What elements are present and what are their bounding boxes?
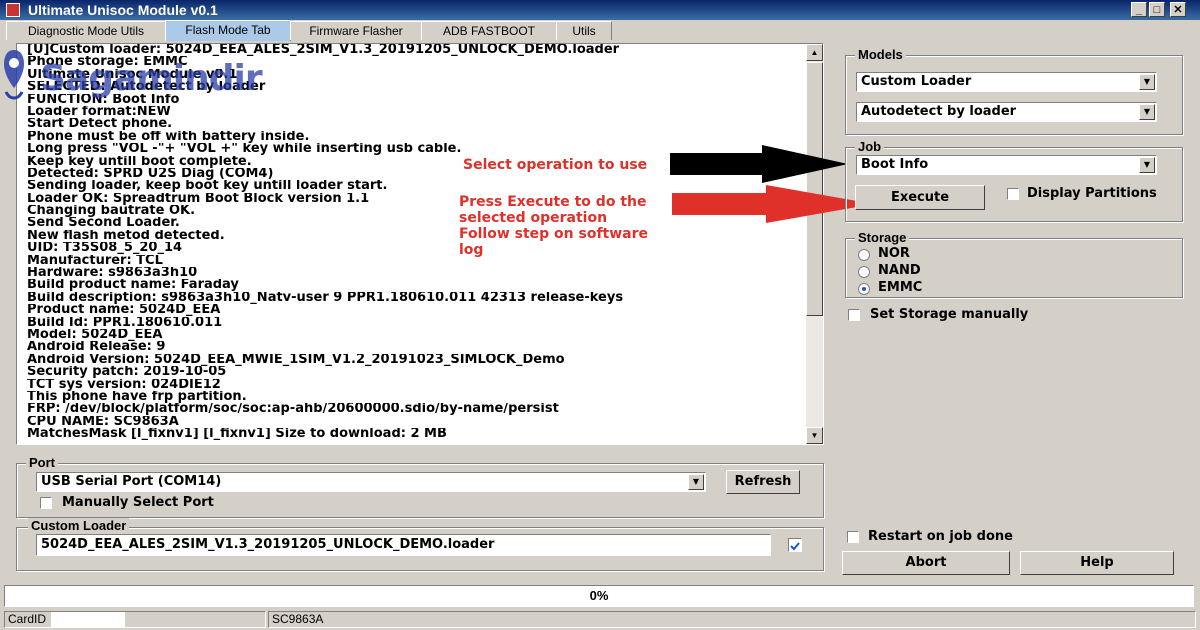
log-line: Product name: 5024D_EEA: [27, 304, 221, 317]
storage-nand-label: NAND: [878, 263, 921, 278]
custom-loader-checkbox[interactable]: [788, 538, 802, 552]
chevron-down-icon[interactable]: ▼: [1139, 74, 1155, 90]
log-line: Security patch: 2019-10-05: [27, 366, 227, 379]
log-line: [U]Custom loader: 5024D_EEA_ALES_2SIM_V1…: [27, 44, 620, 57]
log-panel[interactable]: [U]Custom loader: 5024D_EEA_ALES_2SIM_V1…: [16, 43, 824, 445]
abort-button[interactable]: Abort: [842, 551, 1010, 575]
models-legend: Models: [855, 47, 906, 62]
scroll-up-icon[interactable]: ▲: [806, 44, 823, 61]
annotation-execute-line-1: Press Execute to do the: [459, 194, 647, 210]
annotation-select-operation: Select operation to use: [463, 157, 648, 173]
status-chip-cell: SC9863A: [268, 611, 1196, 628]
log-line: New flash metod detected.: [27, 229, 225, 243]
custom-loader-path-field[interactable]: 5024D_EEA_ALES_2SIM_V1.3_20191205_UNLOCK…: [36, 534, 771, 556]
watermark-logo-icon: [2, 48, 26, 112]
loader-variant-value: Autodetect by loader: [861, 104, 1017, 119]
annotation-execute-line-3: Follow step on software: [459, 226, 649, 242]
storage-nor-radio[interactable]: [858, 249, 870, 261]
port-select-value: USB Serial Port (COM14): [41, 474, 222, 489]
red-arrow-icon: [672, 185, 874, 223]
job-select[interactable]: Boot Info ▼: [856, 155, 1157, 175]
loader-variant-select[interactable]: Autodetect by loader ▼: [856, 102, 1157, 122]
display-partitions-checkbox[interactable]: [1007, 188, 1019, 200]
refresh-button[interactable]: Refresh: [726, 470, 800, 494]
storage-nand-radio[interactable]: [858, 266, 870, 278]
custom-loader-legend: Custom Loader: [28, 518, 130, 533]
window-title: Ultimate Unisoc Module v0.1: [28, 2, 218, 18]
help-button[interactable]: Help: [1020, 551, 1174, 575]
job-select-value: Boot Info: [861, 157, 929, 172]
maximize-button[interactable]: □: [1149, 2, 1165, 17]
restart-on-done-label: Restart on job done: [868, 529, 1013, 544]
close-button[interactable]: ✕: [1170, 2, 1186, 17]
status-bar: CardID SC9863A: [0, 609, 1200, 630]
status-card-value: [51, 612, 125, 627]
log-line: Hardware: s9863a3h10: [27, 267, 198, 280]
tab-diagnostic-mode-utils[interactable]: Diagnostic Mode Utils: [6, 21, 166, 40]
minimize-button[interactable]: _: [1131, 2, 1147, 17]
chevron-down-icon[interactable]: ▼: [1139, 104, 1155, 120]
log-line: Manufacturer: TCL: [27, 254, 163, 268]
log-scrollbar[interactable]: ▲ ▼: [806, 44, 823, 444]
annotation-execute-line-2: selected operation: [459, 210, 608, 226]
display-partitions-label: Display Partitions: [1027, 186, 1157, 201]
log-line: Model: 5024D_EEA: [27, 328, 163, 342]
models-group: [845, 55, 1183, 135]
restart-on-done-checkbox[interactable]: [847, 531, 859, 543]
log-line: Loader format:NEW: [27, 105, 171, 119]
tab-flash-mode[interactable]: Flash Mode Tab: [165, 20, 291, 41]
storage-legend: Storage: [855, 230, 910, 245]
port-legend: Port: [26, 455, 58, 470]
job-legend: Job: [855, 139, 885, 154]
log-line: Build description: s9863a3h10_Natv-user …: [27, 291, 624, 305]
checkmark-icon: [790, 542, 800, 551]
title-bar: Ultimate Unisoc Module v0.1 _ □ ✕: [0, 0, 1200, 20]
log-line: Android Version: 5024D_EEA_MWIE_1SIM_V1.…: [27, 353, 565, 367]
tab-firmware-flasher[interactable]: Firmware Flasher: [290, 21, 422, 40]
black-arrow-icon: [670, 145, 848, 183]
tab-adb-fastboot[interactable]: ADB FASTBOOT: [421, 21, 557, 40]
annotation-execute-line-4: log: [459, 242, 484, 258]
model-select[interactable]: Custom Loader ▼: [856, 72, 1157, 92]
storage-emmc-radio[interactable]: [858, 283, 870, 295]
chevron-down-icon[interactable]: ▼: [688, 474, 704, 490]
log-line: MatchesMask [l_fixnv1] [l_fixnv1] Size t…: [27, 428, 447, 441]
watermark-text: Sagamindir: [40, 58, 263, 99]
log-line: TCT sys version: 024DIE12: [27, 378, 221, 391]
custom-loader-path-value: 5024D_EEA_ALES_2SIM_V1.3_20191205_UNLOCK…: [41, 537, 495, 552]
status-card-cell: CardID: [4, 611, 266, 628]
manual-port-checkbox[interactable]: [40, 497, 52, 509]
log-line: Build product name: Faraday: [27, 279, 239, 292]
storage-emmc-label: EMMC: [878, 280, 923, 295]
execute-button[interactable]: Execute: [855, 185, 985, 210]
model-select-value: Custom Loader: [861, 74, 972, 89]
log-text: [U]Custom loader: 5024D_EEA_ALES_2SIM_V1…: [27, 44, 807, 441]
chevron-down-icon[interactable]: ▼: [1139, 157, 1155, 173]
progress-bar: 0%: [4, 585, 1194, 607]
status-card-label: CardID: [8, 612, 47, 626]
manual-port-label: Manually Select Port: [62, 495, 214, 510]
progress-text: 0%: [589, 588, 609, 603]
status-chip: SC9863A: [272, 612, 324, 626]
log-line: This phone have frp partition.: [27, 390, 247, 404]
scroll-down-icon[interactable]: ▼: [806, 427, 823, 444]
log-line: Start Detect phone.: [27, 118, 173, 131]
log-line: Build Id: PPR1.180610.011: [27, 316, 223, 329]
log-line: FRP: /dev/block/platform/soc/soc:ap-ahb/…: [27, 403, 559, 416]
set-storage-manually-checkbox[interactable]: [848, 309, 860, 321]
app-icon: [6, 3, 20, 17]
log-line: Android Release: 9: [27, 341, 166, 354]
set-storage-manually-label: Set Storage manually: [870, 307, 1029, 322]
storage-nor-label: NOR: [878, 246, 910, 261]
log-line: UID: T35S08_5_20_14: [27, 242, 183, 255]
port-select[interactable]: USB Serial Port (COM14) ▼: [36, 472, 706, 492]
log-line: CPU NAME: SC9863A: [27, 415, 179, 429]
tab-utils[interactable]: Utils: [556, 21, 612, 40]
